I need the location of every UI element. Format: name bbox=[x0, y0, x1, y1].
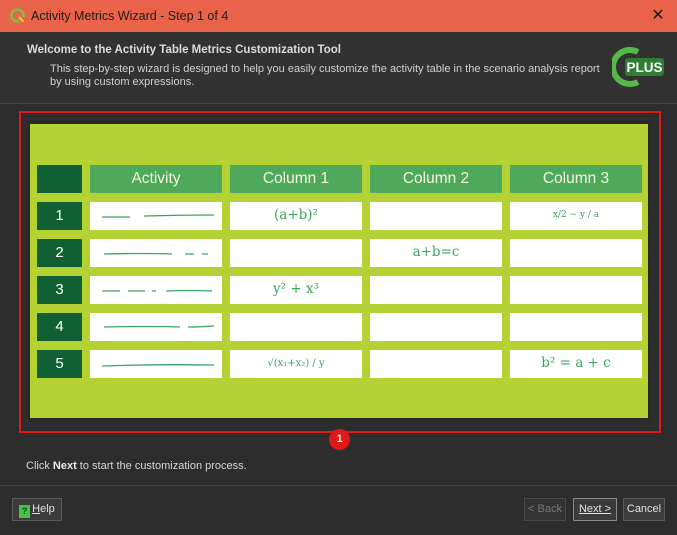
title-bar: Activity Metrics Wizard - Step 1 of 4 ✕ bbox=[0, 0, 677, 32]
help-label: elp bbox=[40, 503, 55, 515]
wizard-header: Welcome to the Activity Table Metrics Cu… bbox=[0, 32, 677, 104]
empty-cell bbox=[230, 239, 362, 267]
column-header-1: Column 1 bbox=[230, 165, 362, 193]
expression-cell: √(x₁+x₂) / y bbox=[230, 350, 362, 378]
help-icon: ? bbox=[19, 505, 31, 518]
expression-cell: x/2 − y / a bbox=[510, 202, 642, 230]
illustration-highlight-frame: Activity Column 1 Column 2 Column 3 1 (a… bbox=[19, 111, 661, 433]
back-label-rest: ack bbox=[544, 503, 562, 515]
activity-table-illustration: Activity Column 1 Column 2 Column 3 1 (a… bbox=[30, 124, 648, 418]
activity-cell bbox=[90, 276, 222, 304]
next-label: Next > bbox=[578, 503, 612, 515]
row-number: 4 bbox=[37, 313, 82, 341]
column-header-activity: Activity bbox=[90, 165, 222, 193]
expression-cell: y² + x³ bbox=[230, 276, 362, 304]
empty-cell bbox=[370, 276, 502, 304]
button-bar-divider bbox=[0, 485, 677, 486]
empty-cell bbox=[370, 350, 502, 378]
row-number: 5 bbox=[37, 350, 82, 378]
app-logo-icon bbox=[10, 8, 25, 23]
table-corner bbox=[37, 165, 82, 193]
help-button[interactable]: ? Help bbox=[12, 498, 62, 521]
activity-cell bbox=[90, 313, 222, 341]
instruction-text: Click Next to start the customization pr… bbox=[26, 460, 247, 472]
cancel-label: Cancel bbox=[626, 503, 662, 515]
plus-logo: PLUS bbox=[612, 47, 664, 87]
scribble bbox=[101, 364, 215, 367]
next-button[interactable]: Next > bbox=[573, 498, 617, 521]
column-header-3: Column 3 bbox=[510, 165, 642, 193]
wizard-content: Welcome to the Activity Table Metrics Cu… bbox=[0, 32, 677, 535]
empty-cell bbox=[230, 313, 362, 341]
row-number: 3 bbox=[37, 276, 82, 304]
scribble bbox=[102, 214, 215, 218]
empty-cell bbox=[510, 313, 642, 341]
instruction-prefix: Click bbox=[26, 460, 53, 472]
activity-cell bbox=[90, 350, 222, 378]
scribble bbox=[103, 252, 208, 255]
wizard-description: This step-by-step wizard is designed to … bbox=[50, 63, 600, 88]
activity-cell bbox=[90, 239, 222, 267]
close-button[interactable]: ✕ bbox=[647, 5, 669, 27]
scribble bbox=[102, 289, 213, 292]
illustration-board: Activity Column 1 Column 2 Column 3 1 (a… bbox=[27, 121, 651, 421]
instruction-bold: Next bbox=[52, 460, 77, 472]
expression-cell: a+b=c bbox=[370, 239, 502, 267]
empty-cell bbox=[510, 276, 642, 304]
row-number: 2 bbox=[37, 239, 82, 267]
window-title: Activity Metrics Wizard - Step 1 of 4 bbox=[31, 9, 229, 23]
empty-cell bbox=[510, 239, 642, 267]
row-number: 1 bbox=[37, 202, 82, 230]
empty-cell bbox=[370, 202, 502, 230]
back-button[interactable]: < Back bbox=[524, 498, 566, 521]
expression-cell: b² = a + c bbox=[510, 350, 642, 378]
plus-logo-text: PLUS bbox=[626, 60, 662, 75]
callout-badge: 1 bbox=[329, 429, 350, 450]
help-mnemonic: H bbox=[32, 503, 41, 515]
scribble bbox=[103, 325, 215, 328]
instruction-suffix: to start the customization process. bbox=[76, 460, 247, 472]
wizard-heading: Welcome to the Activity Table Metrics Cu… bbox=[27, 44, 341, 56]
cancel-button[interactable]: Cancel bbox=[623, 498, 665, 521]
activity-cell bbox=[90, 202, 222, 230]
column-header-2: Column 2 bbox=[370, 165, 502, 193]
empty-cell bbox=[370, 313, 502, 341]
back-label: < B bbox=[528, 503, 545, 515]
close-icon: ✕ bbox=[651, 7, 665, 24]
expression-cell: (a+b)² bbox=[230, 202, 362, 230]
